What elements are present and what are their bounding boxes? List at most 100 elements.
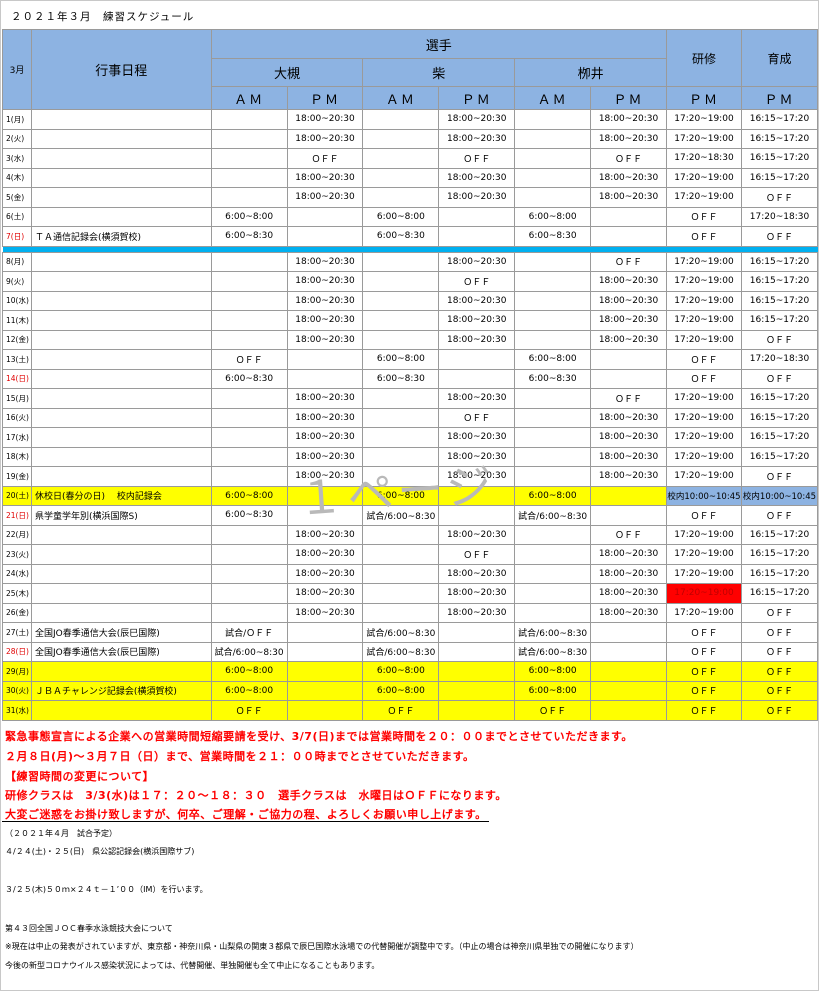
event-cell: ＴＡ通信記録会(横須賀校) bbox=[30, 226, 212, 247]
schedule-cell bbox=[514, 109, 592, 130]
schedule-cell bbox=[210, 563, 288, 584]
schedule-cell: 6:00~8:30 bbox=[514, 368, 592, 389]
schedule-cell bbox=[362, 290, 440, 311]
table-row: 29(月) 6:00~8:00 6:00~8:00 6:00~8:00 ＯＦＦ ＯＦＦ bbox=[2, 661, 819, 682]
day-cell: 18(木) bbox=[2, 446, 32, 467]
table-row: 27(土) 全国JO春季通信大会(辰巳国際) 試合/ＯＦＦ 試合/6:00~8:30 試… bbox=[2, 622, 819, 643]
schedule-cell: 18:00~20:30 bbox=[286, 310, 364, 331]
schedule-cell bbox=[438, 368, 516, 389]
event-cell bbox=[30, 563, 212, 584]
schedule-cell: 18:00~20:30 bbox=[286, 128, 364, 149]
day-cell: 1(月) bbox=[2, 109, 32, 130]
event-cell bbox=[30, 329, 212, 350]
table-row: 7(日) ＴＡ通信記録会(横須賀校) 6:00~8:30 6:00~8:30 6:00~… bbox=[2, 226, 819, 247]
event-cell bbox=[30, 602, 212, 623]
schedule-cell: 6:00~8:30 bbox=[362, 368, 440, 389]
day-cell: 5(金) bbox=[2, 187, 32, 208]
footer-line: （２０２１年４月 試合予定） bbox=[5, 829, 117, 838]
schedule-cell bbox=[210, 388, 288, 409]
footer-line: 今後の新型コロナウイルス感染状況によっては、代替開催、単独開催も全て中止になるこ… bbox=[5, 961, 380, 970]
schedule-cell: 18:00~20:30 bbox=[286, 187, 364, 208]
schedule-cell: ＯＦＦ bbox=[740, 329, 819, 350]
schedule-cell: 18:00~20:30 bbox=[438, 602, 516, 623]
schedule-sheet: ２０２１年３月 練習スケジュール 3月 行事日程 選手 研修 育成 大槻 柴 栁… bbox=[0, 0, 819, 991]
day-cell: 17(水) bbox=[2, 427, 32, 448]
event-cell: ＪＢＡチャレンジ記録会(横須賀校) bbox=[30, 680, 212, 701]
schedule-cell bbox=[286, 641, 364, 662]
day-cell: 3(水) bbox=[2, 148, 32, 169]
schedule-cell bbox=[362, 128, 440, 149]
event-cell bbox=[30, 349, 212, 370]
schedule-cell: 6:00~8:00 bbox=[362, 349, 440, 370]
schedule-cell bbox=[286, 349, 364, 370]
schedule-cell: ＯＦＦ bbox=[740, 602, 819, 623]
schedule-cell: 6:00~8:00 bbox=[362, 680, 440, 701]
schedule-cell: 6:00~8:00 bbox=[514, 485, 592, 506]
schedule-cell bbox=[286, 485, 364, 506]
table-row: 13(土) ＯＦＦ 6:00~8:00 6:00~8:00 ＯＦＦ 17:20~18:30 bbox=[2, 349, 819, 370]
table-row: 15(月) 18:00~20:30 18:00~20:30 ＯＦＦ 17:20~19:0… bbox=[2, 388, 819, 409]
event-cell bbox=[30, 407, 212, 428]
schedule-cell: 16:15~17:20 bbox=[740, 251, 819, 272]
schedule-cell: 18:00~20:30 bbox=[286, 524, 364, 545]
schedule-cell bbox=[514, 544, 592, 565]
table-row: 22(月) 18:00~20:30 18:00~20:30 ＯＦＦ 17:20~19:0… bbox=[2, 524, 819, 545]
schedule-cell bbox=[514, 290, 592, 311]
schedule-cell: 16:15~17:20 bbox=[740, 128, 819, 149]
schedule-cell: ＯＦＦ bbox=[665, 226, 742, 247]
schedule-cell: 18:00~20:30 bbox=[590, 167, 667, 188]
schedule-cell bbox=[362, 251, 440, 272]
schedule-cell: 6:00~8:30 bbox=[362, 226, 440, 247]
table-row: 9(火) 18:00~20:30 ＯＦＦ 18:00~20:30 17:20~19:00… bbox=[2, 271, 819, 292]
schedule-cell bbox=[362, 187, 440, 208]
schedule-cell: 16:15~17:20 bbox=[740, 310, 819, 331]
page-title: ２０２１年３月 練習スケジュール bbox=[11, 11, 195, 23]
schedule-cell: 16:15~17:20 bbox=[740, 271, 819, 292]
day-cell: 23(火) bbox=[2, 544, 32, 565]
schedule-cell bbox=[590, 485, 667, 506]
event-cell: 全国JO春季通信大会(辰巳国際) bbox=[30, 641, 212, 662]
event-cell bbox=[30, 290, 212, 311]
schedule-cell: 17:20~19:00 bbox=[665, 128, 742, 149]
schedule-cell: 18:00~20:30 bbox=[286, 167, 364, 188]
day-cell: 28(日) bbox=[2, 641, 32, 662]
table-row: 3(水) ＯＦＦ ＯＦＦ ＯＦＦ 17:20~18:30 16:15~17:20 bbox=[2, 148, 819, 169]
schedule-cell: 6:00~8:00 bbox=[514, 661, 592, 682]
table-row: 31(水) ＯＦＦ ＯＦＦ ＯＦＦ ＯＦＦ ＯＦＦ bbox=[2, 700, 819, 721]
schedule-cell: 試合/6:00~8:30 bbox=[362, 641, 440, 662]
event-header: 行事日程 bbox=[30, 29, 212, 110]
schedule-cell: 18:00~20:30 bbox=[286, 407, 364, 428]
schedule-cell: 6:00~8:00 bbox=[210, 680, 288, 701]
schedule-cell: 16:15~17:20 bbox=[740, 583, 819, 604]
schedule-cell: 18:00~20:30 bbox=[438, 563, 516, 584]
table-row: 5(金) 18:00~20:30 18:00~20:30 18:00~20:30 17:… bbox=[2, 187, 819, 208]
schedule-cell: 17:20~19:00 bbox=[665, 329, 742, 350]
am-header: ＡＭ bbox=[210, 86, 288, 110]
schedule-cell: 18:00~20:30 bbox=[286, 446, 364, 467]
schedule-cell: ＯＦＦ bbox=[740, 641, 819, 662]
schedule-cell: 16:15~17:20 bbox=[740, 544, 819, 565]
event-cell bbox=[30, 271, 212, 292]
schedule-cell: 17:20~18:30 bbox=[665, 148, 742, 169]
schedule-cell: 試合/6:00~8:30 bbox=[514, 641, 592, 662]
schedule-cell bbox=[514, 602, 592, 623]
schedule-cell: ＯＦＦ bbox=[740, 680, 819, 701]
schedule-cell: 17:20~19:00 bbox=[665, 187, 742, 208]
schedule-cell bbox=[438, 485, 516, 506]
schedule-cell: ＯＦＦ bbox=[740, 700, 819, 721]
schedule-cell: 16:15~17:20 bbox=[740, 446, 819, 467]
schedule-cell: 17:20~19:00 bbox=[665, 602, 742, 623]
day-cell: 22(月) bbox=[2, 524, 32, 545]
schedule-cell: 17:20~19:00 bbox=[665, 446, 742, 467]
schedule-cell bbox=[286, 226, 364, 247]
schedule-cell bbox=[438, 622, 516, 643]
pm-header: ＰＭ bbox=[438, 86, 516, 110]
schedule-cell: ＯＦＦ bbox=[665, 206, 742, 227]
notice-line: ２月８日(月)～３月７日（日）まで、営業時間を２１：００時までとさせていただきま… bbox=[5, 750, 475, 763]
event-cell bbox=[30, 128, 212, 149]
schedule-cell bbox=[362, 427, 440, 448]
event-cell bbox=[30, 524, 212, 545]
senshu-header: 選手 bbox=[210, 29, 667, 59]
schedule-cell bbox=[362, 466, 440, 487]
schedule-cell bbox=[362, 167, 440, 188]
